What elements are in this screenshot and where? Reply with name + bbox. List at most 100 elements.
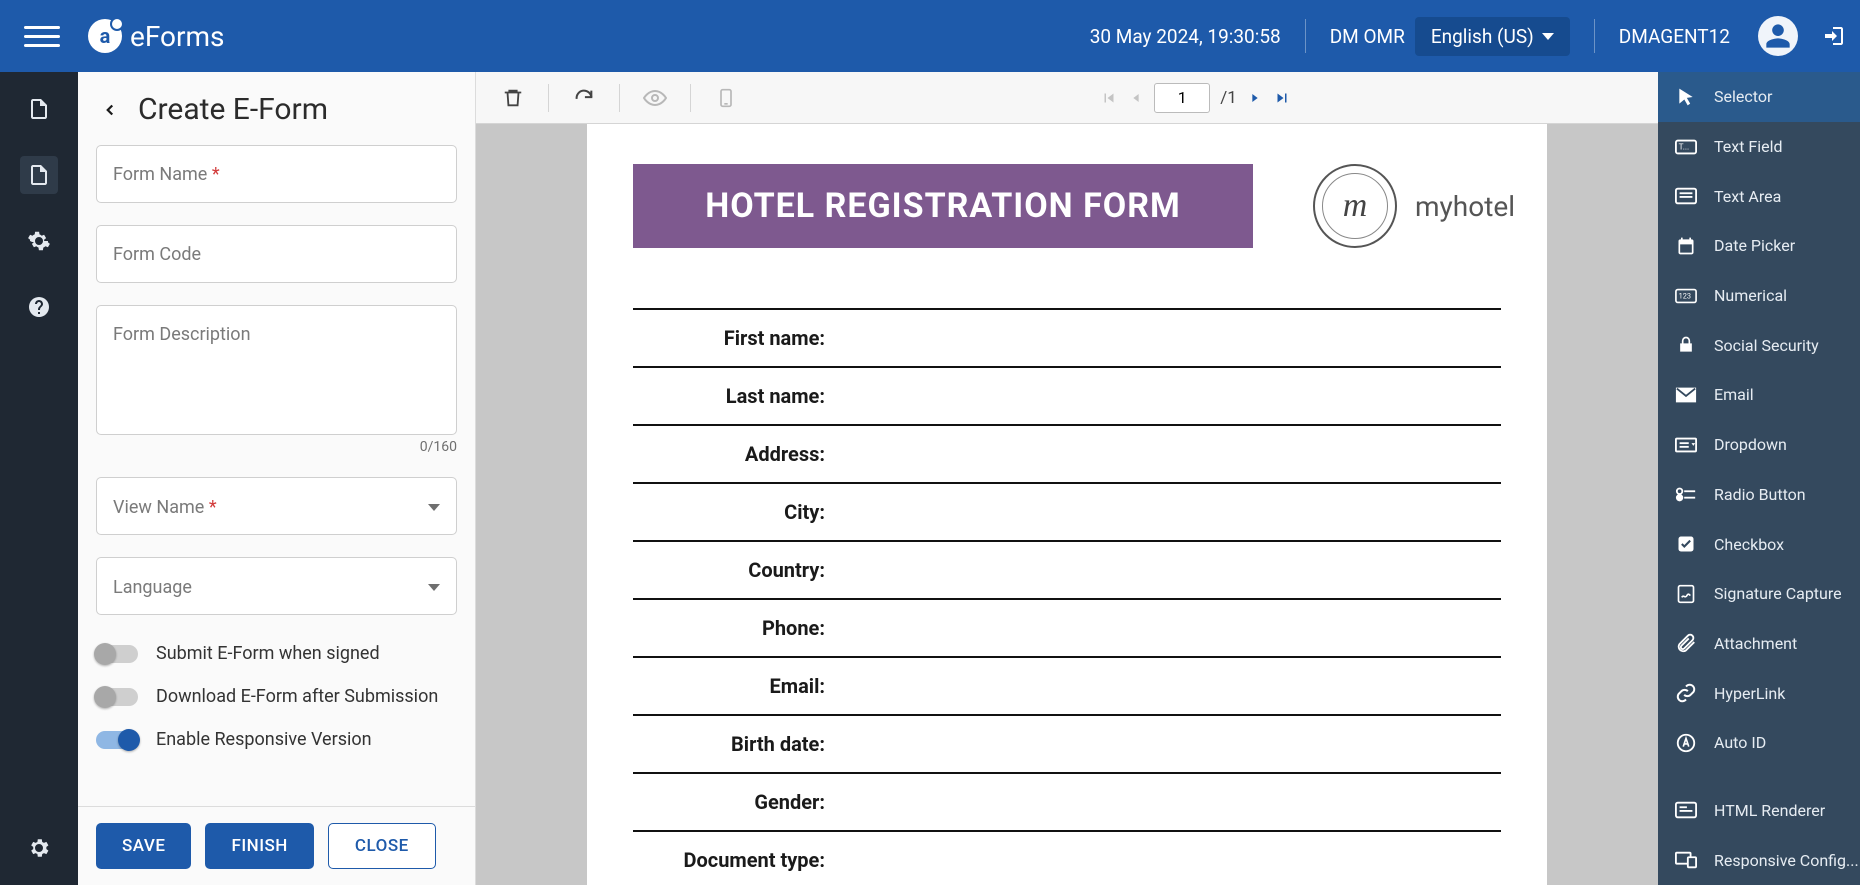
palette-item-html-renderer[interactable]: HTML Renderer (1658, 786, 1860, 836)
form-field-label: Last name: (633, 384, 833, 408)
form-code-input[interactable]: Form Code (96, 225, 457, 283)
next-page-icon[interactable] (1247, 90, 1263, 106)
svg-text:123: 123 (1679, 291, 1691, 300)
palette-item-label: Selector (1714, 87, 1772, 106)
save-button[interactable]: SAVE (96, 823, 191, 869)
view-name-select[interactable]: View Name * (96, 477, 457, 535)
chevron-down-icon (428, 584, 440, 591)
link-icon (1674, 681, 1698, 705)
form-field-label: City: (633, 500, 833, 524)
palette-item-label: Attachment (1714, 634, 1797, 653)
form-field-label: Address: (633, 442, 833, 466)
language-selector[interactable]: English (US) (1415, 17, 1570, 56)
palette-item-dropdown[interactable]: Dropdown (1658, 420, 1860, 470)
palette-item-checkbox[interactable]: Checkbox (1658, 519, 1860, 569)
form-field-label: Country: (633, 558, 833, 582)
form-field-row: Email: (633, 658, 1501, 716)
dropdown-icon (1674, 433, 1698, 457)
palette-item-social-security[interactable]: Social Security (1658, 320, 1860, 370)
palette-item-signature-capture[interactable]: Signature Capture (1658, 569, 1860, 619)
header-datetime: 30 May 2024, 19:30:58 (1090, 25, 1281, 48)
palette-item-radio-button[interactable]: Radio Button (1658, 470, 1860, 520)
textfield-icon: T... (1674, 135, 1698, 159)
last-page-icon[interactable] (1273, 89, 1291, 107)
finish-button[interactable]: FINISH (205, 823, 313, 869)
responsive-icon (1674, 848, 1698, 872)
header-user: DMAGENT12 (1619, 25, 1730, 48)
close-button[interactable]: CLOSE (328, 823, 436, 869)
rail-item-help[interactable] (20, 288, 58, 326)
document-title: HOTEL REGISTRATION FORM (633, 164, 1253, 248)
palette-item-label: Social Security (1714, 336, 1819, 355)
form-field-label: Birth date: (633, 732, 833, 756)
cursor-icon (1674, 85, 1698, 109)
switch-download-after-submit[interactable] (96, 688, 138, 706)
form-field-row: First name: (633, 310, 1501, 368)
preview-icon (642, 85, 668, 111)
chevron-down-icon (1542, 33, 1554, 40)
form-field-label: Phone: (633, 616, 833, 640)
rail-item-document[interactable] (20, 90, 58, 128)
document-page[interactable]: HOTEL REGISTRATION FORM m myhotel First … (587, 124, 1547, 885)
logout-icon[interactable] (1822, 24, 1846, 48)
palette-item-label: Dropdown (1714, 435, 1787, 454)
palette-item-label: Email (1714, 385, 1754, 404)
palette-item-email[interactable]: Email (1658, 370, 1860, 420)
palette-item-auto-id[interactable]: Auto ID (1658, 718, 1860, 768)
canvas-area: /1 HOTEL REGISTRATION FORM m myhotel Fi (476, 72, 1658, 885)
calendar-icon (1674, 234, 1698, 258)
menu-icon[interactable] (24, 18, 60, 54)
palette-item-label: Signature Capture (1714, 584, 1842, 603)
radio-icon (1674, 482, 1698, 506)
page-input[interactable] (1154, 83, 1210, 113)
palette-item-hyperlink[interactable]: HyperLink (1658, 668, 1860, 718)
palette-item-attachment[interactable]: Attachment (1658, 619, 1860, 669)
form-field-row: Address: (633, 426, 1501, 484)
refresh-icon[interactable] (571, 85, 597, 111)
form-description-input[interactable]: Form Description (96, 305, 457, 435)
prev-page-icon (1128, 90, 1144, 106)
palette-item-responsive-config-[interactable]: Responsive Config... (1658, 835, 1860, 885)
component-palette: Selector T... Text Field Text AreaDate Pick… (1658, 72, 1860, 885)
first-page-icon (1100, 89, 1118, 107)
palette-item-label: Text Field (1714, 137, 1783, 156)
palette-item-text-field[interactable]: T... Text Field (1658, 122, 1860, 172)
palette-item-text-area[interactable]: Text Area (1658, 171, 1860, 221)
palette-item-label: Auto ID (1714, 733, 1766, 752)
form-field-row: City: (633, 484, 1501, 542)
svg-text:T...: T... (1679, 142, 1690, 152)
palette-item-date-picker[interactable]: Date Picker (1658, 221, 1860, 271)
checkbox-icon (1674, 532, 1698, 556)
avatar-icon[interactable] (1758, 16, 1798, 56)
header-org: DM OMR (1330, 25, 1405, 48)
form-field-row: Country: (633, 542, 1501, 600)
document-logo: m myhotel (1313, 164, 1515, 248)
lock-icon (1674, 333, 1698, 357)
nav-rail (0, 72, 78, 885)
autoid-icon (1674, 731, 1698, 755)
rail-item-form[interactable] (20, 156, 58, 194)
palette-item-label: HyperLink (1714, 684, 1785, 703)
language-select[interactable]: Language (96, 557, 457, 615)
form-name-input[interactable]: Form Name * (96, 145, 457, 203)
switch-responsive-label: Enable Responsive Version (156, 729, 372, 750)
rail-item-settings[interactable] (20, 222, 58, 260)
palette-item-selector[interactable]: Selector (1658, 72, 1860, 122)
chevron-down-icon (428, 504, 440, 511)
form-field-label: Gender: (633, 790, 833, 814)
back-icon[interactable] (96, 96, 124, 124)
switch-submit-label: Submit E-Form when signed (156, 643, 380, 664)
page-total: /1 (1220, 88, 1237, 108)
mail-icon (1674, 383, 1698, 407)
attach-icon (1674, 631, 1698, 655)
palette-item-label: Checkbox (1714, 535, 1784, 554)
rail-item-config[interactable] (20, 829, 58, 867)
brand: a eForms (88, 19, 225, 53)
palette-item-numerical[interactable]: 123Numerical (1658, 271, 1860, 321)
switch-submit-on-sign[interactable] (96, 645, 138, 663)
delete-icon[interactable] (500, 85, 526, 111)
switch-responsive[interactable] (96, 731, 138, 749)
form-field-row: Gender: (633, 774, 1501, 832)
form-field-row: Birth date: (633, 716, 1501, 774)
number-icon: 123 (1674, 284, 1698, 308)
